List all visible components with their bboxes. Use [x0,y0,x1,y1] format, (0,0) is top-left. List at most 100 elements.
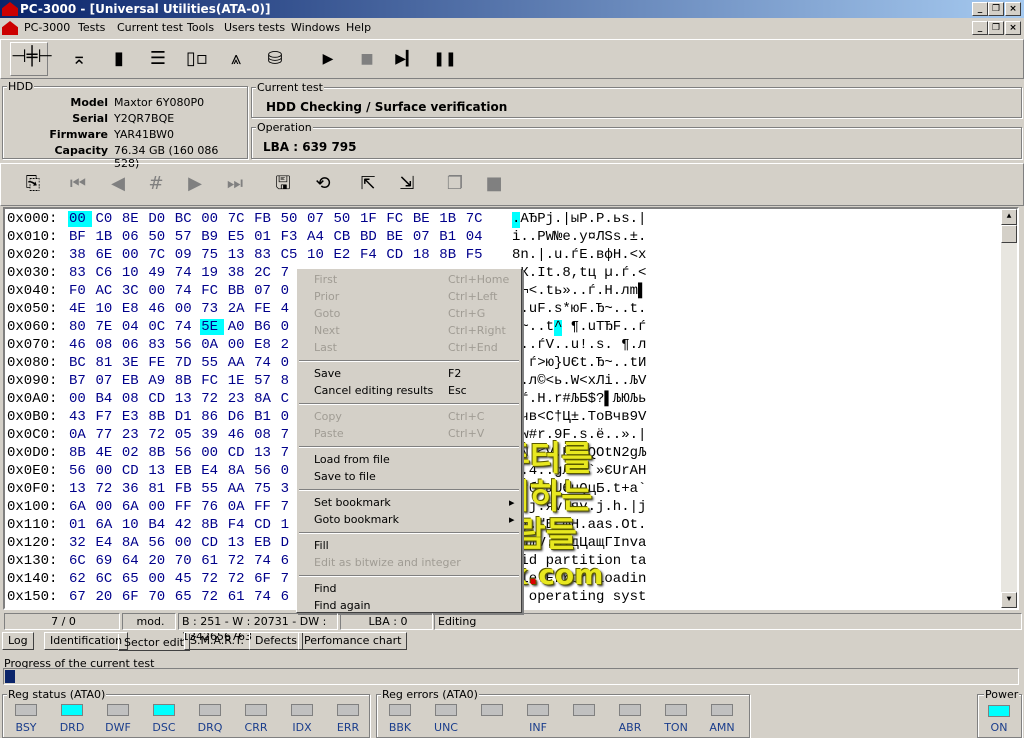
menu-item-find-again[interactable]: Find again [297,597,521,614]
compass-icon[interactable]: ⩓ [222,45,250,73]
hex-byte[interactable]: BB [227,283,251,299]
hex-byte[interactable]: 23 [227,391,251,407]
hex-byte[interactable]: 50 [280,211,304,227]
save-icon[interactable]: 🖫 [269,170,297,198]
hex-byte[interactable]: 56 [174,445,198,461]
hex-byte[interactable]: 00 [121,247,145,263]
hex-byte[interactable]: C0 [94,211,118,227]
hex-byte[interactable]: BC [68,355,92,371]
hex-byte[interactable]: 10 [121,265,145,281]
hex-byte[interactable]: 00 [147,283,171,299]
hex-byte[interactable]: 8B [147,409,171,425]
menu-tests[interactable]: Tests [78,18,105,38]
hex-byte[interactable]: F5 [465,247,489,263]
hex-byte[interactable]: 0C [147,319,171,335]
hex-byte[interactable]: 50 [147,229,171,245]
menu-item-fill[interactable]: Fill [297,537,521,554]
drive-icon[interactable]: ⛁ [261,45,289,73]
hex-byte[interactable]: 7C [227,211,251,227]
hex-byte[interactable]: AA [227,355,251,371]
hex-byte[interactable]: A4 [306,229,330,245]
hex-byte[interactable]: 55 [200,355,224,371]
hex-byte[interactable]: 8A [253,391,277,407]
prior-sector-icon[interactable]: ◀ [104,170,132,198]
hex-byte[interactable]: C5 [280,247,304,263]
hex-byte[interactable]: BE [412,211,436,227]
ascii-text[interactable]: ¬<.tь»..ѓ.H.лm▌ [520,283,646,299]
hex-byte[interactable]: 1B [94,229,118,245]
first-sector-icon[interactable]: ⏮ [64,170,92,198]
hex-byte[interactable]: C6 [94,265,118,281]
pause-icon[interactable]: ❚❚ [431,45,459,73]
hex-byte[interactable]: 13 [147,463,171,479]
hex-byte[interactable]: 3C [121,283,145,299]
hex-byte[interactable]: 74 [253,553,277,569]
hex-byte[interactable]: CD [200,535,224,551]
hex-byte[interactable]: 13 [227,247,251,263]
hex-byte[interactable]: 00 [94,463,118,479]
ascii-text[interactable]: 8n.|.u.ѓE.вфH.<x [512,247,646,263]
hex-byte[interactable]: 8E [121,211,145,227]
close-button[interactable]: × [1005,2,1021,16]
menu-windows[interactable]: Windows [291,18,340,38]
hex-byte[interactable]: CD [385,247,409,263]
hex-byte[interactable]: 56 [174,337,198,353]
hex-byte[interactable]: D1 [174,409,198,425]
hex-byte[interactable]: E3 [121,409,145,425]
hex-byte[interactable]: EB [121,373,145,389]
hex-byte[interactable]: FC [385,211,409,227]
hex-byte[interactable]: D6 [227,409,251,425]
hex-byte[interactable]: 45 [174,571,198,587]
menu-pc-3000[interactable]: PC-3000 [24,18,70,38]
hex-byte[interactable]: 8A [121,535,145,551]
menu-item-save[interactable]: Save F2 [297,365,521,382]
hex-byte[interactable]: F4 [227,517,251,533]
hex-byte[interactable]: 20 [94,589,118,605]
hex-byte[interactable]: 6C [68,553,92,569]
hex-byte[interactable]: 00 [68,391,92,407]
hex-byte[interactable]: 83 [253,247,277,263]
hex-byte[interactable]: 20 [147,553,171,569]
hex-byte[interactable]: 23 [121,427,145,443]
load-file-icon[interactable]: ⇱ [354,170,382,198]
tab-sector-edit[interactable]: Sector edit [118,634,190,651]
hex-byte[interactable]: 74 [253,589,277,605]
next-sector-icon[interactable]: ▶ [181,170,209,198]
tab-identification[interactable]: Identification [44,632,129,650]
hex-byte[interactable]: 74 [174,319,198,335]
hex-byte[interactable]: 3E [121,355,145,371]
hex-byte[interactable]: 04 [121,319,145,335]
hex-byte[interactable]: 7E [94,319,118,335]
hex-byte[interactable]: 61 [200,553,224,569]
hex-byte[interactable]: F0 [68,283,92,299]
hex-byte[interactable]: 00 [200,445,224,461]
hex-byte[interactable]: 6C [94,571,118,587]
hex-byte[interactable]: 72 [227,553,251,569]
hex-byte[interactable]: 39 [200,427,224,443]
hex-byte[interactable]: 13 [68,481,92,497]
hex-byte[interactable]: BE [385,229,409,245]
hex-byte[interactable]: 81 [94,355,118,371]
save-file-icon[interactable]: ⇲ [393,170,421,198]
list-icon[interactable]: ☰ [144,45,172,73]
hex-byte[interactable]: 56 [68,463,92,479]
hex-byte[interactable]: FF [253,499,277,515]
hex-byte[interactable]: 80 [68,319,92,335]
hex-byte[interactable]: 19 [200,265,224,281]
hex-byte[interactable]: 07 [253,283,277,299]
hex-byte[interactable]: 74 [174,265,198,281]
hex-byte[interactable]: EB [253,535,277,551]
hex-byte[interactable]: FC [200,373,224,389]
hex-byte[interactable]: 8B [68,445,92,461]
hex-byte[interactable]: A9 [147,373,171,389]
hex-byte[interactable]: 8B [174,373,198,389]
hex-byte[interactable]: E5 [227,229,251,245]
hex-byte[interactable]: 70 [174,553,198,569]
maximize-button[interactable]: ❐ [988,2,1004,16]
ascii-text[interactable]: .uF.s*юF.Ђ~..t. [520,301,646,317]
hex-byte[interactable]: 13 [227,535,251,551]
menu-item-copy[interactable]: Copy Ctrl+C [297,408,521,425]
hex-byte[interactable]: CD [227,445,251,461]
hex-byte[interactable]: FF [174,499,198,515]
menu-item-goto[interactable]: Goto Ctrl+G [297,305,521,322]
